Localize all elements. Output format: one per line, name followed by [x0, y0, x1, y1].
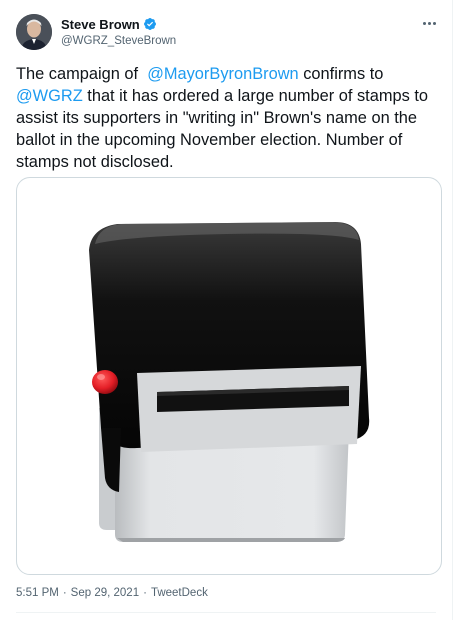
more-options-icon[interactable] [420, 16, 438, 30]
author-display-name[interactable]: Steve Brown [61, 17, 140, 32]
divider [16, 612, 436, 613]
author-handle[interactable]: @WGRZ_SteveBrown [61, 35, 176, 47]
mention-link[interactable]: @WGRZ [16, 87, 83, 105]
avatar-image [16, 14, 52, 50]
mention-link[interactable]: @MayorByronBrown [147, 65, 298, 83]
tweet-date[interactable]: Sep 29, 2021 [71, 587, 139, 599]
meta-separator: · [62, 587, 67, 599]
author-block: Steve Brown @WGRZ_SteveBrown [61, 15, 176, 48]
tweet-meta: 5:51 PM · Sep 29, 2021 · TweetDeck [16, 587, 208, 599]
tweet-media-photo[interactable] [16, 177, 442, 575]
tweet-time[interactable]: 5:51 PM [16, 587, 59, 599]
tweet-source[interactable]: TweetDeck [151, 587, 208, 599]
tweet-text-part: confirms to [298, 65, 388, 83]
tweet-text: The campaign of @MayorByronBrown confirm… [16, 63, 444, 173]
tweet-card: Steve Brown @WGRZ_SteveBrown The campaig… [0, 0, 453, 620]
meta-separator: · [143, 587, 147, 599]
self-inking-stamp-image [89, 222, 370, 542]
avatar[interactable] [16, 14, 52, 50]
tweet-text-part: The campaign of [16, 65, 148, 83]
verified-badge-icon [143, 18, 156, 30]
